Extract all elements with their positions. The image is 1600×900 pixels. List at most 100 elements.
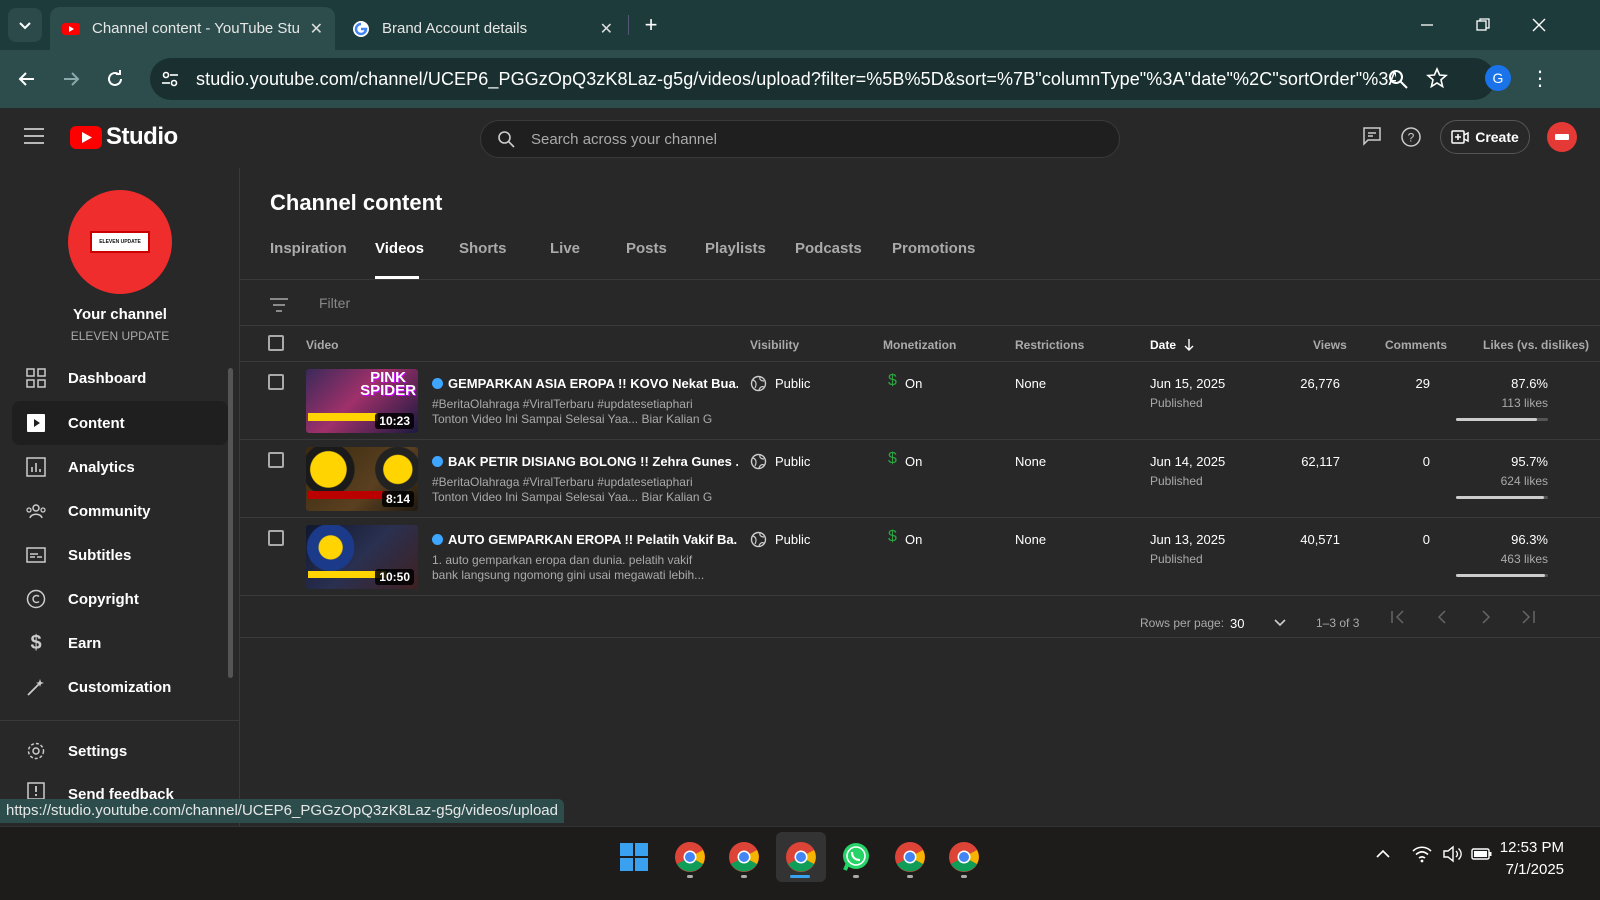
tab-shorts[interactable]: Shorts [459, 240, 507, 257]
earn-icon: $ [30, 631, 42, 654]
help-icon[interactable]: ? [1400, 126, 1422, 148]
sidebar-item-subtitles[interactable]: Subtitles [12, 533, 228, 577]
video-thumbnail[interactable]: 10:50 [306, 525, 418, 589]
visibility-value[interactable]: Public [775, 454, 810, 469]
row-checkbox[interactable] [268, 530, 284, 546]
rows-per-page-select[interactable]: 30 [1230, 612, 1300, 634]
column-views[interactable]: Views [1313, 338, 1347, 352]
sidebar-item-settings[interactable]: Settings [12, 729, 228, 773]
close-tab-icon[interactable]: ✕ [310, 19, 323, 39]
video-title[interactable]: AUTO GEMPARKAN EROPA !! Pelatih Vakif Ba… [448, 532, 738, 547]
video-thumbnail[interactable]: 8:14 [306, 447, 418, 511]
tab-search-button[interactable] [8, 8, 42, 42]
create-button[interactable]: Create [1440, 120, 1530, 154]
likes-count: 624 likes [1500, 474, 1548, 488]
wifi-icon[interactable] [1412, 845, 1432, 863]
taskbar-whatsapp[interactable] [836, 837, 876, 877]
windows-taskbar: 12:53 PM 7/1/2025 [0, 826, 1600, 900]
taskbar-chrome-2[interactable] [724, 837, 764, 877]
tab-promotions[interactable]: Promotions [892, 240, 975, 257]
hamburger-menu-icon[interactable] [24, 128, 44, 144]
column-visibility[interactable]: Visibility [750, 338, 799, 352]
restore-button[interactable] [1468, 10, 1498, 40]
first-page-icon[interactable] [1390, 610, 1406, 624]
search-placeholder: Search across your channel [531, 130, 717, 148]
sidebar-item-earn[interactable]: $ Earn [12, 621, 228, 665]
system-clock[interactable]: 12:53 PM 7/1/2025 [1500, 837, 1564, 881]
table-row[interactable]: 8:14 BAK PETIR DISIANG BOLONG !! Zehra G… [240, 440, 1600, 518]
last-page-icon[interactable] [1520, 610, 1536, 624]
column-likes[interactable]: Likes (vs. dislikes) [1483, 338, 1589, 352]
tab-youtube-studio[interactable]: Channel content - YouTube Studio ✕ [50, 7, 335, 50]
tab-inspiration[interactable]: Inspiration [270, 240, 347, 257]
zoom-icon[interactable] [1387, 68, 1409, 90]
browser-menu-button[interactable]: ⋮ [1530, 66, 1550, 91]
tab-live[interactable]: Live [550, 240, 580, 257]
forward-button[interactable] [56, 64, 86, 94]
running-indicator [907, 875, 913, 878]
table-row[interactable]: PINK SPIDER 10:23 GEMPARKAN ASIA EROPA !… [240, 362, 1600, 440]
reload-icon [108, 70, 122, 86]
taskbar-chrome-3[interactable] [890, 837, 930, 877]
sidebar-item-content[interactable]: Content [12, 401, 228, 445]
channel-avatar[interactable]: ELEVEN UPDATE [68, 190, 172, 294]
account-avatar[interactable] [1547, 122, 1577, 152]
taskbar-chrome-4[interactable] [944, 837, 984, 877]
sidebar-item-copyright[interactable]: Copyright [12, 577, 228, 621]
column-comments[interactable]: Comments [1385, 338, 1447, 352]
column-monetization[interactable]: Monetization [883, 338, 956, 352]
link-status-bar: https://studio.youtube.com/channel/UCEP6… [0, 799, 564, 823]
monetization-value[interactable]: On [905, 376, 922, 391]
public-globe-icon [750, 453, 767, 470]
sidebar-scrollbar[interactable] [228, 368, 233, 678]
sidebar-item-analytics[interactable]: Analytics [12, 445, 228, 489]
column-date[interactable]: Date [1150, 338, 1176, 352]
filter-icon[interactable] [270, 298, 288, 312]
select-all-checkbox[interactable] [268, 335, 284, 351]
date-value: Jun 13, 2025 [1150, 532, 1226, 547]
back-button[interactable] [12, 64, 42, 94]
volume-icon[interactable] [1443, 845, 1463, 863]
tab-playlists[interactable]: Playlists [705, 240, 766, 257]
close-tab-icon[interactable]: ✕ [600, 19, 613, 39]
start-button[interactable] [614, 837, 654, 877]
video-thumbnail[interactable]: PINK SPIDER 10:23 [306, 369, 418, 433]
video-title[interactable]: BAK PETIR DISIANG BOLONG !! Zehra Gunes … [448, 454, 738, 469]
sidebar-item-label: Customization [68, 678, 172, 696]
tab-posts[interactable]: Posts [626, 240, 667, 257]
row-checkbox[interactable] [268, 374, 284, 390]
sidebar-item-label: Settings [68, 742, 128, 760]
monetization-value[interactable]: On [905, 532, 922, 547]
row-checkbox[interactable] [268, 452, 284, 468]
profile-avatar[interactable]: G [1485, 65, 1511, 91]
monetization-value[interactable]: On [905, 454, 922, 469]
next-page-icon[interactable] [1480, 610, 1492, 624]
chevron-up-icon[interactable] [1376, 849, 1390, 859]
previous-page-icon[interactable] [1436, 610, 1448, 624]
messages-icon[interactable] [1362, 126, 1382, 146]
filter-bar[interactable]: Filter [240, 280, 1600, 326]
studio-logo[interactable]: Studio [70, 123, 178, 151]
video-title[interactable]: GEMPARKAN ASIA EROPA !! KOVO Nekat Bua..… [448, 376, 738, 391]
minimize-button[interactable] [1412, 10, 1442, 40]
battery-icon[interactable] [1471, 845, 1493, 863]
site-settings-icon[interactable] [160, 69, 180, 89]
tab-podcasts[interactable]: Podcasts [795, 240, 862, 257]
close-window-button[interactable] [1524, 10, 1554, 40]
sidebar-item-community[interactable]: Community [12, 489, 228, 533]
tab-videos[interactable]: Videos [375, 240, 424, 257]
sidebar-item-customization[interactable]: Customization [12, 665, 228, 709]
table-row[interactable]: 10:50 AUTO GEMPARKAN EROPA !! Pelatih Va… [240, 518, 1600, 596]
visibility-value[interactable]: Public [775, 532, 810, 547]
channel-search-input[interactable]: Search across your channel [480, 120, 1120, 158]
column-restrictions[interactable]: Restrictions [1015, 338, 1084, 352]
taskbar-chrome-1[interactable] [670, 837, 710, 877]
bookmark-star-icon[interactable] [1426, 67, 1448, 89]
tab-brand-account[interactable]: Brand Account details ✕ [340, 7, 625, 50]
visibility-value[interactable]: Public [775, 376, 810, 391]
sort-down-arrow-icon[interactable] [1184, 339, 1194, 351]
reload-button[interactable] [100, 64, 130, 94]
address-bar[interactable]: studio.youtube.com/channel/UCEP6_PGGzOpQ… [150, 58, 1495, 100]
sidebar-item-dashboard[interactable]: Dashboard [12, 356, 228, 400]
new-tab-button[interactable]: + [638, 12, 664, 38]
